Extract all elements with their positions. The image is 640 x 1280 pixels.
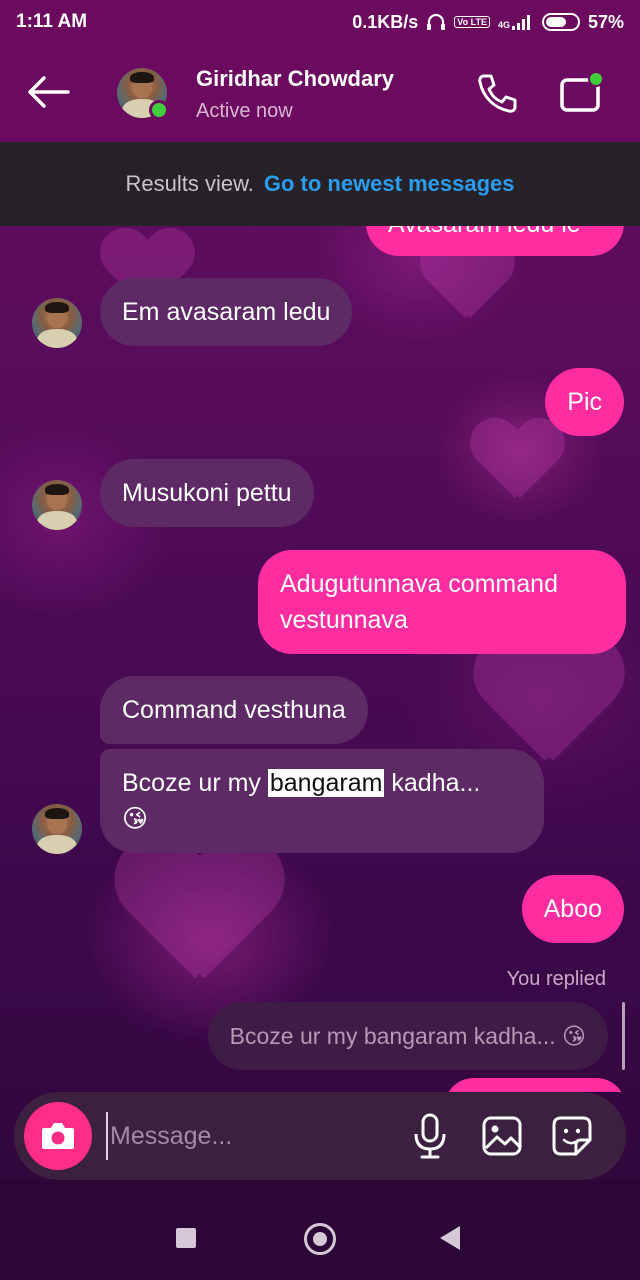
message-bubble-outgoing[interactable]: Adugutunnava command vestunnava — [258, 550, 626, 654]
message-composer — [14, 1092, 626, 1180]
call-button[interactable] — [474, 70, 520, 116]
you-replied-label: You replied — [506, 968, 606, 990]
contact-status: Active now — [196, 100, 293, 122]
battery-icon — [541, 13, 580, 31]
back-nav-button[interactable] — [440, 1226, 460, 1250]
video-active-indicator — [588, 71, 604, 87]
signal-bars-icon — [511, 15, 530, 30]
message-bubble-incoming[interactable]: Command vesthuna — [100, 676, 368, 744]
message-text: kadha... — [384, 769, 481, 797]
online-indicator — [149, 100, 169, 120]
message-text: Musukoni pettu — [122, 479, 292, 507]
message-text: Bcoze ur my — [122, 769, 268, 797]
go-to-newest-link[interactable]: Go to newest messages — [264, 171, 515, 197]
message-bubble-incoming[interactable]: Bcoze ur my bangaram kadha... 😘 — [100, 749, 544, 853]
image-button[interactable] — [480, 1114, 524, 1158]
message-text: Avasaram ledu le — [388, 226, 581, 238]
camera-icon — [42, 1123, 74, 1149]
contact-avatar-small[interactable] — [32, 480, 82, 530]
message-input[interactable] — [106, 1112, 396, 1160]
microphone-button[interactable] — [410, 1112, 450, 1160]
contact-avatar-small[interactable] — [32, 298, 82, 348]
volte-badge: Vo LTE — [454, 16, 490, 28]
message-text: Pic — [567, 388, 602, 416]
status-indicators: 0.1KB/s Vo LTE 4G 57% — [352, 12, 624, 33]
headphones-icon — [427, 13, 446, 30]
results-view-text: Results view. — [125, 171, 254, 196]
message-bubble-outgoing[interactable]: Avasaram ledu le — [366, 226, 624, 256]
back-button[interactable] — [26, 74, 72, 110]
replied-message-text: Bcoze ur my bangaram kadha... 😘 — [229, 1022, 586, 1049]
system-navigation-bar — [0, 1180, 640, 1280]
camera-button[interactable] — [24, 1102, 92, 1170]
recent-apps-button[interactable] — [176, 1228, 196, 1248]
sticker-button[interactable] — [550, 1114, 594, 1158]
status-bar: 1:11 AM 0.1KB/s Vo LTE 4G 57% — [0, 0, 640, 44]
message-text: Aboo — [543, 895, 602, 923]
replied-message-preview[interactable]: Bcoze ur my bangaram kadha... 😘 — [207, 1002, 608, 1070]
status-time: 1:11 AM — [16, 11, 88, 32]
home-button[interactable] — [304, 1223, 336, 1255]
message-text: Command vesthuna — [122, 696, 346, 724]
signal-badge: 4G — [497, 20, 510, 30]
network-speed: 0.1KB/s — [352, 11, 419, 32]
message-bubble-outgoing[interactable]: Pic — [545, 368, 624, 436]
message-text: Adugutunnava command vestunnava — [280, 570, 558, 634]
message-text: Em avasaram ledu — [122, 298, 331, 326]
message-bubble-incoming[interactable]: Em avasaram ledu — [100, 278, 353, 346]
message-bubble-incoming[interactable]: Musukoni pettu — [100, 459, 314, 527]
contact-name[interactable]: Giridhar Chowdary — [196, 66, 394, 92]
message-bubble-outgoing[interactable] — [444, 1078, 626, 1092]
contact-avatar-small[interactable] — [32, 804, 82, 854]
search-highlight: bangaram — [267, 769, 385, 797]
battery-percent: 57% — [587, 11, 624, 32]
scrollbar[interactable] — [622, 1002, 625, 1070]
message-list[interactable]: Avasaram ledu le Em avasaram ledu Pic Mu… — [0, 226, 640, 1092]
signal-icon: 4G — [498, 14, 534, 30]
kiss-emoji-icon: 😘 — [122, 804, 149, 833]
results-view-banner: Results view. Go to newest messages — [0, 142, 640, 226]
message-bubble-outgoing[interactable]: Aboo — [521, 875, 624, 943]
chat-header: Giridhar Chowdary Active now — [0, 44, 640, 142]
